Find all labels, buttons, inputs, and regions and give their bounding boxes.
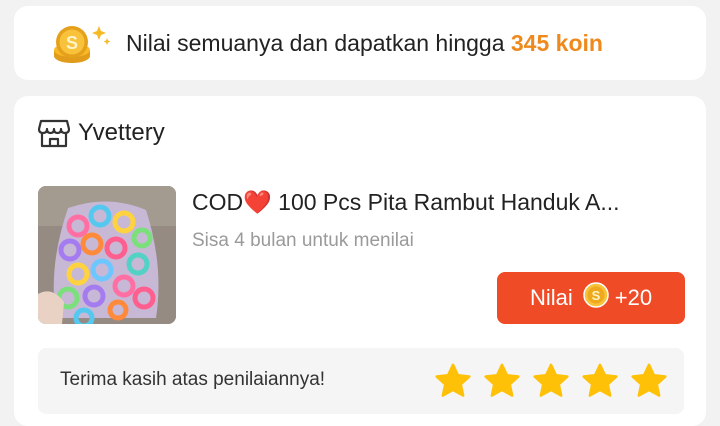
rate-button[interactable]: Nilai S +20 [497, 272, 685, 324]
coin-icon: S [582, 282, 609, 314]
star-icon[interactable] [532, 362, 570, 400]
thanks-message: Terima kasih atas penilaiannya! [60, 369, 326, 390]
star-icon[interactable] [630, 362, 668, 400]
rating-summary[interactable]: Terima kasih atas penilaiannya! [38, 348, 684, 414]
rating-deadline: Sisa 4 bulan untuk menilai [192, 230, 414, 251]
coin-reward-banner[interactable]: S Nilai semuanya dan dapatkan hingga 345… [14, 6, 706, 80]
product-thumbnail[interactable] [38, 186, 176, 324]
product-title-text: 100 Pcs Pita Rambut Handuk A... [271, 189, 620, 215]
shop-header[interactable]: Yvettery [38, 116, 165, 150]
rate-button-reward: +20 [614, 285, 653, 310]
star-icon[interactable] [434, 362, 472, 400]
order-rating-card: Yvettery COD❤️ 100 Pcs Pita Rambut Handu… [14, 96, 706, 426]
coin-reward-amount: 345 koin [510, 30, 603, 56]
product-title[interactable]: COD❤️ 100 Pcs Pita Rambut Handuk A... [192, 186, 692, 218]
rate-button-label: Nilai [529, 285, 573, 310]
product-title-prefix: COD [192, 189, 244, 215]
star-icon[interactable] [483, 362, 521, 400]
shop-name: Yvettery [78, 119, 165, 146]
svg-text:S: S [66, 33, 78, 53]
star-rating[interactable] [434, 362, 679, 400]
store-icon [38, 118, 70, 148]
star-icon[interactable] [581, 362, 619, 400]
coin-reward-label: Nilai semuanya dan dapatkan hingga [126, 30, 505, 56]
coin-stack-icon: S [50, 22, 112, 66]
svg-text:S: S [591, 288, 600, 303]
coin-reward-text: Nilai semuanya dan dapatkan hingga 345 k… [126, 6, 603, 80]
heart-emoji: ❤️ [243, 189, 272, 215]
